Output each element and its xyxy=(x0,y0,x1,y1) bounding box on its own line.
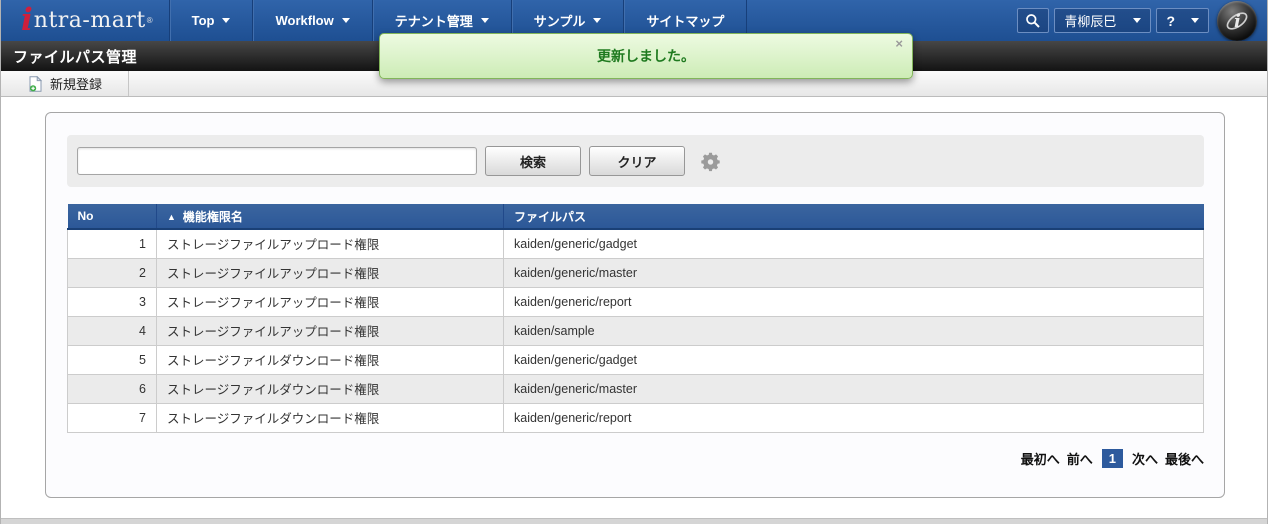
column-header-label: 機能権限名 xyxy=(182,209,243,224)
new-registration-label: 新規登録 xyxy=(50,77,103,92)
new-registration-button[interactable]: 新規登録 xyxy=(1,71,130,96)
cell-file-path: kaiden/generic/master xyxy=(503,257,1204,288)
cell-permission: ストレージファイルダウンロード権限 xyxy=(156,344,504,375)
cell-no: 4 xyxy=(67,315,157,346)
menu-label: Top xyxy=(191,13,215,28)
svg-text:i: i xyxy=(1234,11,1241,32)
content-card: 検索 クリア No ▲ 機能権限名 ファイルパス 1 ストレージファイルアップロー… xyxy=(45,112,1225,498)
pagination-prev[interactable]: 前へ xyxy=(1067,449,1093,468)
window-bottom-edge xyxy=(1,518,1267,524)
pagination-first[interactable]: 最初へ xyxy=(1021,449,1060,468)
cell-no: 6 xyxy=(67,373,157,404)
cell-no: 1 xyxy=(67,228,157,259)
global-search-button[interactable] xyxy=(1017,8,1050,33)
table-row[interactable]: 5 ストレージファイルダウンロード権限 kaiden/generic/gadge… xyxy=(67,344,1204,375)
cell-permission: ストレージファイルアップロード権限 xyxy=(156,286,504,317)
page-title: ファイルパス管理 xyxy=(13,48,138,66)
cell-no: 5 xyxy=(67,344,157,375)
menu-label: Workflow xyxy=(275,13,334,28)
cell-file-path: kaiden/sample xyxy=(503,315,1204,346)
intra-mart-i-icon: i xyxy=(1226,11,1248,32)
search-panel: 検索 クリア xyxy=(67,135,1204,187)
table-header-row: No ▲ 機能権限名 ファイルパス xyxy=(67,204,1204,230)
table-body: 1 ストレージファイルアップロード権限 kaiden/generic/gadge… xyxy=(67,228,1204,433)
help-label: ? xyxy=(1166,12,1175,29)
sort-ascending-icon: ▲ xyxy=(167,211,176,222)
cell-no: 7 xyxy=(67,402,157,433)
close-icon[interactable]: × xyxy=(895,37,903,50)
search-icon xyxy=(1026,13,1041,28)
cell-permission: ストレージファイルダウンロード権限 xyxy=(156,402,504,433)
chevron-down-icon xyxy=(341,18,350,23)
logo-wordmark: ntra-mart xyxy=(33,8,146,33)
cell-no: 2 xyxy=(67,257,157,288)
cell-file-path: kaiden/generic/gadget xyxy=(503,228,1204,259)
pagination-next[interactable]: 次へ xyxy=(1132,449,1158,468)
list-settings-button[interactable] xyxy=(700,151,721,172)
app-window: i ntra-mart ® Top Workflow テナント管理 サンプル サイト… xyxy=(0,0,1268,524)
search-button[interactable]: 検索 xyxy=(485,146,581,176)
chevron-down-icon xyxy=(1133,18,1142,23)
table-row[interactable]: 3 ストレージファイルアップロード権限 kaiden/generic/repor… xyxy=(67,286,1204,317)
cell-file-path: kaiden/generic/report xyxy=(503,402,1204,433)
chevron-down-icon xyxy=(593,18,602,23)
table-row[interactable]: 1 ストレージファイルアップロード権限 kaiden/generic/gadge… xyxy=(67,228,1204,259)
column-header-no[interactable]: No xyxy=(67,204,157,230)
user-name: 青柳辰巳 xyxy=(1064,14,1117,29)
table-row[interactable]: 4 ストレージファイルアップロード権限 kaiden/sample xyxy=(67,315,1204,346)
column-header-permission[interactable]: ▲ 機能権限名 xyxy=(156,204,504,230)
chevron-down-icon xyxy=(480,18,489,23)
menu-item-top[interactable]: Top xyxy=(168,0,253,41)
cell-file-path: kaiden/generic/report xyxy=(503,286,1204,317)
cell-permission: ストレージファイルアップロード権限 xyxy=(156,257,504,288)
clear-button[interactable]: クリア xyxy=(589,146,685,176)
menu-label: サンプル xyxy=(533,14,586,29)
table-row[interactable]: 2 ストレージファイルアップロード権限 kaiden/generic/maste… xyxy=(67,257,1204,288)
pagination-current-page: 1 xyxy=(1101,448,1123,468)
toast-message: 更新しました。 xyxy=(597,48,695,64)
pagination: 最初へ 前へ 1 次へ 最後へ xyxy=(46,448,1204,468)
new-document-icon xyxy=(29,75,42,92)
success-toast: 更新しました。 × xyxy=(379,33,913,79)
logo-i-glyph: i xyxy=(21,2,33,38)
user-menu-dropdown[interactable]: 青柳辰巳 xyxy=(1054,8,1152,33)
help-menu-dropdown[interactable]: ? xyxy=(1156,8,1209,33)
cell-permission: ストレージファイルダウンロード権限 xyxy=(156,373,504,404)
table-row[interactable]: 7 ストレージファイルダウンロード権限 kaiden/generic/repor… xyxy=(67,402,1204,433)
search-input[interactable] xyxy=(77,147,477,175)
menu-label: テナント管理 xyxy=(394,14,473,29)
column-header-file-path[interactable]: ファイルパス xyxy=(503,204,1204,230)
cell-permission: ストレージファイルアップロード権限 xyxy=(156,315,504,346)
nav-right-controls: 青柳辰巳 ? i xyxy=(1012,0,1267,41)
cell-file-path: kaiden/generic/gadget xyxy=(503,344,1204,375)
cell-no: 3 xyxy=(67,286,157,317)
menu-label: サイトマップ xyxy=(646,14,725,29)
gear-icon xyxy=(701,152,720,171)
chevron-down-icon xyxy=(222,18,231,23)
menu-item-workflow[interactable]: Workflow xyxy=(252,0,371,41)
cell-file-path: kaiden/generic/master xyxy=(503,373,1204,404)
table-row[interactable]: 6 ストレージファイルダウンロード権限 kaiden/generic/maste… xyxy=(67,373,1204,404)
intra-mart-badge-button[interactable]: i xyxy=(1217,0,1257,41)
pagination-last[interactable]: 最後へ xyxy=(1165,449,1204,468)
registered-mark: ® xyxy=(146,16,153,25)
file-path-table: No ▲ 機能権限名 ファイルパス 1 ストレージファイルアップロード権限 kai… xyxy=(67,204,1204,433)
cell-permission: ストレージファイルアップロード権限 xyxy=(156,228,504,259)
intra-mart-logo[interactable]: i ntra-mart ® xyxy=(1,0,169,41)
chevron-down-icon xyxy=(1191,18,1199,23)
